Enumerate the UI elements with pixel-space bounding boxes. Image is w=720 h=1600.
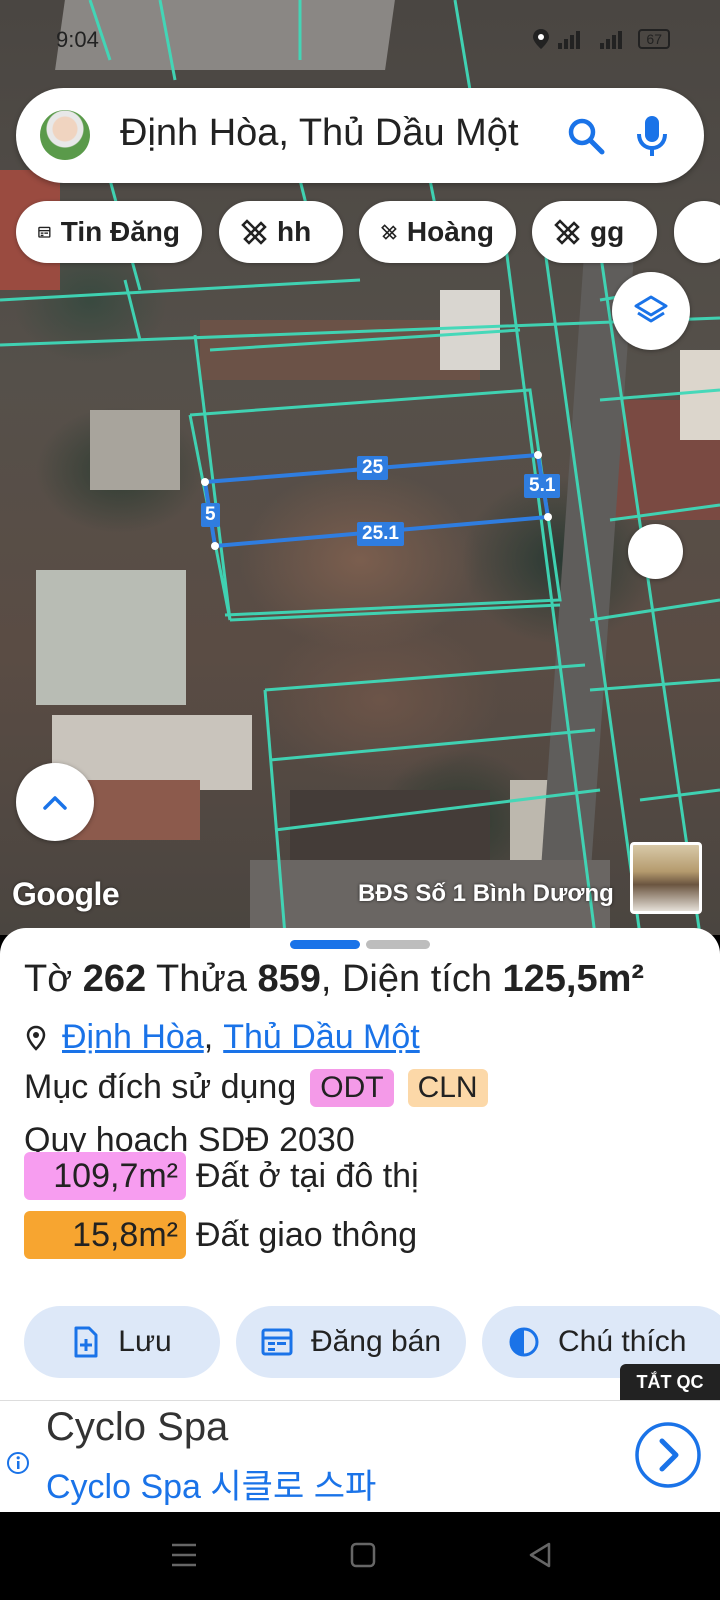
- chip-label: hh: [277, 216, 312, 247]
- ad-banner[interactable]: Cyclo Spa Cyclo Spa 시클로 스파: [0, 1400, 720, 1512]
- post-sale-button[interactable]: Đăng bán: [236, 1306, 466, 1378]
- microphone-icon[interactable]: [632, 112, 672, 160]
- sheet-page-indicator-active[interactable]: [290, 940, 360, 949]
- parcel-title: Tờ 262 Thửa 859, Diện tích 125,5m²: [24, 958, 644, 1001]
- save-button[interactable]: Lưu: [24, 1306, 220, 1378]
- ruler-pencil-icon: [241, 219, 267, 245]
- land-use-area: 109,7m²: [24, 1152, 186, 1200]
- system-nav-bar: [0, 1512, 720, 1600]
- chip-gg[interactable]: gg: [532, 201, 657, 263]
- land-use-row: 109,7m² Đất ở tại đô thị: [24, 1152, 419, 1200]
- chip-hh[interactable]: hh: [219, 201, 343, 263]
- info-icon[interactable]: [6, 1451, 30, 1475]
- land-purpose: Mục đích sử dụng ODT CLN: [24, 1068, 488, 1107]
- battery-indicator: 67: [638, 29, 670, 49]
- home-icon[interactable]: [350, 1542, 376, 1568]
- parcel-location: Định Hòa, Thủ Dầu Một: [24, 1018, 420, 1057]
- search-icon[interactable]: [564, 114, 608, 158]
- avatar[interactable]: [40, 110, 90, 160]
- post-sale-button-label: Đăng bán: [310, 1325, 442, 1358]
- map-view[interactable]: 25 5.1 25.1 5 9:04 67 Định Hòa, Thủ Dầu …: [0, 0, 720, 935]
- hide-ads-button[interactable]: TẮT QC: [620, 1364, 720, 1400]
- credit-thumbnail[interactable]: [630, 842, 702, 914]
- measurement-label-bottom: 25.1: [357, 522, 404, 546]
- plot-label: Thửa: [155, 958, 247, 1000]
- parcel-info-sheet[interactable]: Tờ 262 Thửa 859, Diện tích 125,5m² Định …: [0, 928, 720, 1400]
- sheet-number: 262: [82, 958, 147, 1000]
- chevron-up-icon: [43, 796, 67, 810]
- status-time: 9:04: [56, 27, 99, 52]
- measurement-label-right: 5.1: [524, 474, 561, 498]
- signal-icon: [558, 31, 581, 49]
- land-use-label: Đất ở tại đô thị: [196, 1156, 419, 1195]
- land-use-row: 15,8m² Đất giao thông: [24, 1211, 417, 1259]
- purpose-label: Mục đích sử dụng: [24, 1068, 297, 1106]
- chip-hoang[interactable]: Hoàng: [359, 201, 516, 263]
- search-bar[interactable]: Định Hòa, Thủ Dầu Một: [16, 88, 704, 183]
- ad-title[interactable]: Cyclo Spa: [46, 1405, 228, 1450]
- area-label: , Diện tích: [320, 958, 492, 1000]
- map-credit-text: BĐS Số 1 Bình Dương: [358, 880, 614, 907]
- chip-label: Tin Đăng: [60, 216, 180, 247]
- chip-label: Hoàng: [406, 216, 494, 247]
- location-button[interactable]: [628, 524, 683, 579]
- purpose-tag-odt[interactable]: ODT: [310, 1068, 394, 1107]
- layers-button[interactable]: [612, 272, 690, 350]
- status-icons: 67: [532, 28, 670, 50]
- expand-up-button[interactable]: [16, 763, 94, 841]
- signal-icon: [600, 31, 623, 49]
- location-pin-icon: [26, 1025, 46, 1051]
- ruler-pencil-icon: [381, 224, 397, 240]
- status-bar: 9:04 67: [0, 0, 720, 80]
- purpose-tag-cln[interactable]: CLN: [407, 1068, 488, 1107]
- google-logo: Google: [12, 876, 120, 912]
- save-button-label: Lưu: [118, 1325, 172, 1358]
- sheet-page-indicator[interactable]: [366, 940, 430, 949]
- calendar-icon: [261, 1328, 293, 1356]
- legend-button-label: Chú thích: [558, 1325, 687, 1358]
- ward-link[interactable]: Định Hòa: [62, 1018, 204, 1057]
- land-use-area: 15,8m²: [24, 1211, 186, 1259]
- menu-icon[interactable]: [170, 1542, 198, 1568]
- sheet-label: Tờ: [24, 958, 73, 1000]
- layers-icon: [634, 295, 668, 323]
- search-query[interactable]: Định Hòa, Thủ Dầu Một: [120, 112, 519, 155]
- location-icon: [533, 29, 550, 49]
- chip-label: gg: [590, 216, 625, 247]
- back-icon[interactable]: [528, 1542, 552, 1568]
- chip-tin-dang[interactable]: Tin Đăng: [16, 201, 202, 263]
- land-use-label: Đất giao thông: [196, 1215, 418, 1254]
- plot-number: 859: [257, 958, 321, 1000]
- calendar-icon: [38, 226, 51, 238]
- parcel-area: 125,5m²: [502, 958, 645, 1000]
- measurement-label-top: 25: [357, 456, 389, 480]
- measurement-label-left: 5: [201, 503, 220, 527]
- district-link[interactable]: Thủ Dầu Một: [223, 1018, 420, 1057]
- save-file-icon: [74, 1326, 98, 1358]
- chevron-right-icon[interactable]: [634, 1421, 702, 1489]
- ruler-pencil-icon: [554, 219, 580, 245]
- ad-subtitle[interactable]: Cyclo Spa 시클로 스파: [46, 1459, 376, 1508]
- contrast-icon: [509, 1327, 539, 1357]
